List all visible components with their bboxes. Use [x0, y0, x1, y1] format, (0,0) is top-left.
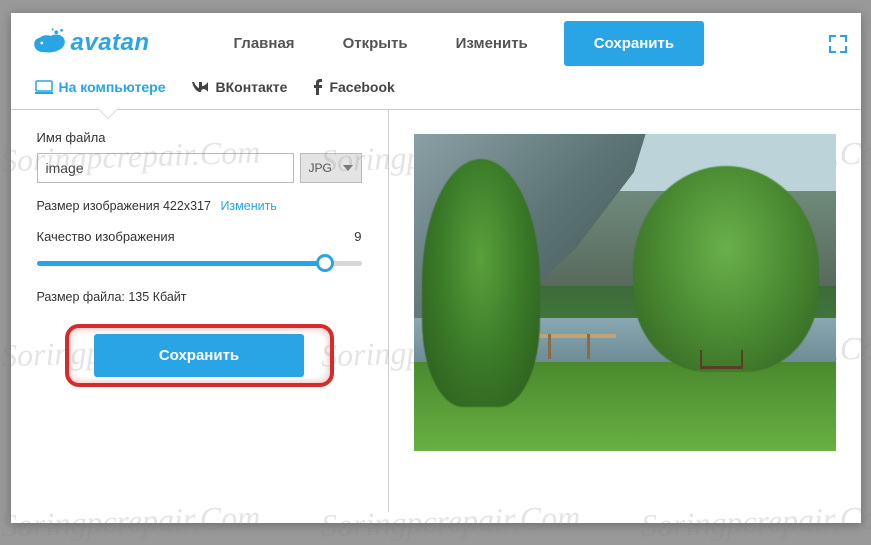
- save-button[interactable]: Сохранить: [94, 334, 304, 377]
- facebook-icon: [313, 79, 323, 95]
- quality-slider[interactable]: [37, 254, 362, 274]
- file-size-label: Размер файла:: [37, 290, 125, 304]
- format-select[interactable]: JPG: [300, 153, 362, 183]
- quality-value: 9: [354, 229, 361, 244]
- logo[interactable]: avatan: [31, 28, 150, 58]
- nav-save[interactable]: Сохранить: [564, 21, 704, 66]
- header: avatan Главная Открыть Изменить Сохранит…: [11, 13, 861, 73]
- format-value: JPG: [309, 161, 332, 175]
- chevron-down-icon: [343, 165, 353, 171]
- image-preview-area: [389, 110, 861, 512]
- save-options-panel: Имя файла JPG Размер изображения 422x317…: [11, 110, 389, 512]
- logo-text: avatan: [71, 29, 150, 57]
- tab-label: На компьютере: [59, 79, 166, 95]
- image-preview: [414, 134, 836, 451]
- expand-icon[interactable]: [829, 35, 847, 58]
- nav-edit[interactable]: Изменить: [432, 35, 552, 52]
- change-size-link[interactable]: Изменить: [220, 199, 276, 213]
- slider-thumb[interactable]: [316, 254, 334, 272]
- computer-icon: [35, 80, 53, 94]
- file-size-value: 135 Кбайт: [128, 290, 186, 304]
- save-destination-tabs: На компьютере ВКонтакте Facebook: [11, 73, 861, 110]
- image-size-value: 422x317: [163, 199, 211, 213]
- nav-home[interactable]: Главная: [210, 35, 319, 52]
- quality-label: Качество изображения: [37, 229, 175, 244]
- tab-facebook[interactable]: Facebook: [313, 79, 394, 95]
- tab-indicator: [99, 109, 117, 118]
- tab-computer[interactable]: На компьютере: [35, 79, 166, 95]
- image-size-row: Размер изображения 422x317 Изменить: [37, 199, 362, 213]
- whale-icon: [31, 28, 67, 58]
- image-size-label: Размер изображения: [37, 199, 160, 213]
- tab-label: Facebook: [329, 79, 394, 95]
- tab-label: ВКонтакте: [215, 79, 287, 95]
- vk-icon: [191, 80, 209, 94]
- filename-label: Имя файла: [37, 130, 362, 145]
- tab-vk[interactable]: ВКонтакте: [191, 79, 287, 95]
- file-size-row: Размер файла: 135 Кбайт: [37, 290, 362, 304]
- filename-input[interactable]: [37, 153, 294, 183]
- nav-open[interactable]: Открыть: [319, 35, 432, 52]
